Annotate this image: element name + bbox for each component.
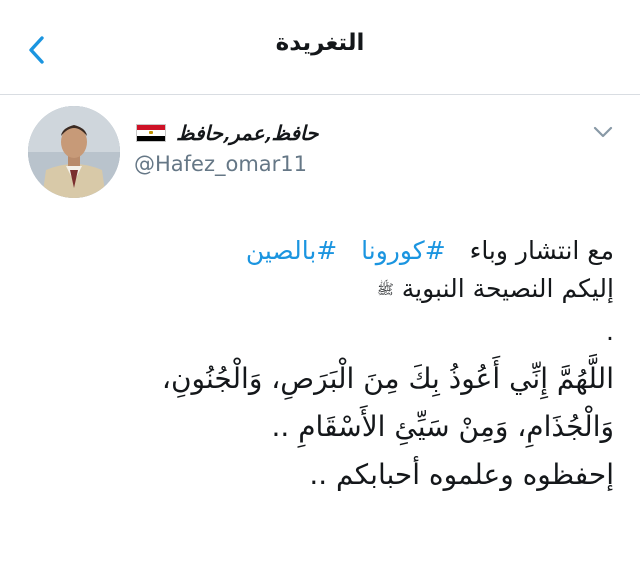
- tweet-line-4: اللَّهُمَّ إِنِّي أَعُوذُ بِكَ مِنَ الْب…: [161, 362, 614, 395]
- tweet-text: مع انتشار وباء #كورونا #بالصين إليكم الن…: [14, 232, 614, 499]
- tweet-line-2-text: إليكم النصيحة النبوية: [401, 274, 614, 303]
- profile-photo: [28, 106, 120, 198]
- tweet-line-3: .: [606, 317, 614, 346]
- hashtag-china[interactable]: #بالصين: [246, 236, 337, 265]
- tweet-line-2: إليكم النصيحة النبوية ﷺ: [14, 270, 614, 309]
- top-bar: التغريدة: [0, 0, 640, 95]
- tweet-menu-button[interactable]: [592, 124, 614, 140]
- avatar[interactable]: [28, 106, 120, 198]
- hashtag-corona[interactable]: #كورونا: [361, 236, 446, 265]
- tweet-line-1-text: مع انتشار وباء: [469, 236, 614, 265]
- page-title: التغريدة: [275, 30, 365, 56]
- tweet-line-5: وَالْجُذَامِ، وَمِنْ سَيِّئِ الأَسْقَامِ…: [271, 410, 614, 443]
- display-name[interactable]: حافظ,عمر,حافظ: [176, 121, 318, 145]
- tweet-line-1: مع انتشار وباء #كورونا #بالصين: [14, 232, 614, 270]
- honorific-symbol: ﷺ: [376, 282, 394, 298]
- egypt-flag-icon: [136, 124, 166, 142]
- username[interactable]: @Hafez_omar11: [134, 152, 307, 176]
- author-name-row: حافظ,عمر,حافظ: [136, 118, 318, 148]
- chevron-down-icon: [593, 126, 613, 138]
- tweet-line-6: إحفظوه وعلموه أحبابكم ..: [309, 458, 614, 491]
